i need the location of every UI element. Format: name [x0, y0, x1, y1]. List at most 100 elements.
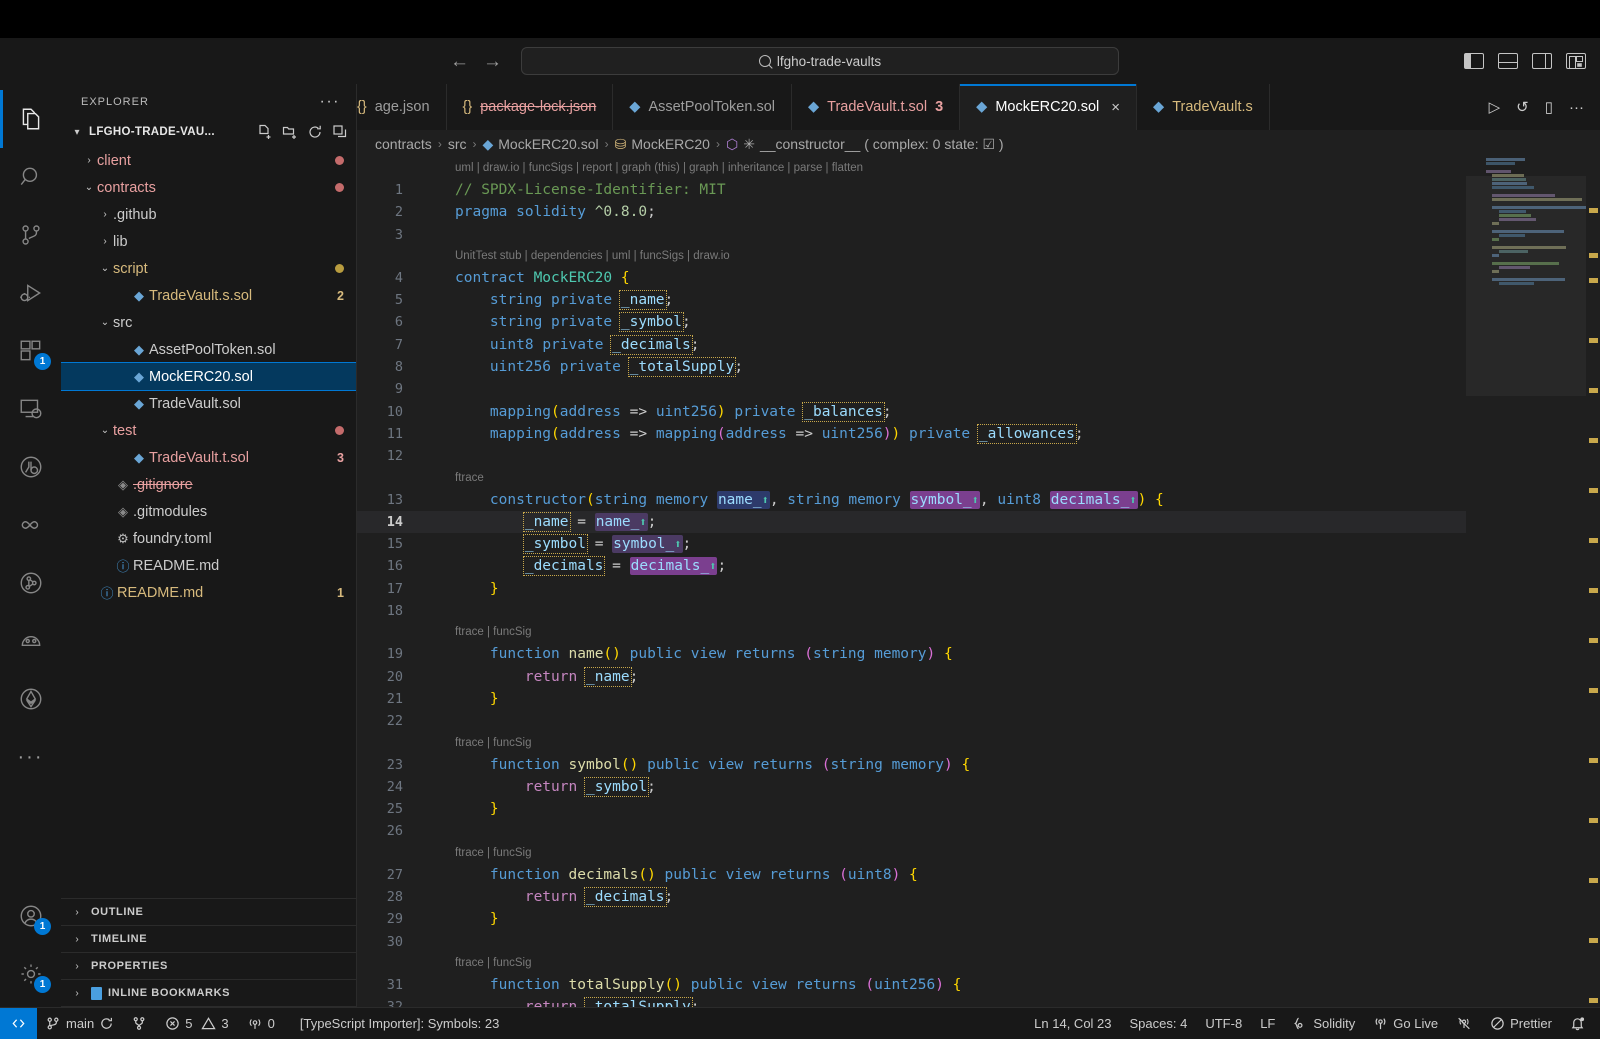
toggle-secondary-sidebar-icon[interactable] — [1532, 53, 1552, 69]
sidebar-section-inline-bookmarks[interactable]: › INLINE BOOKMARKS — [61, 980, 356, 1007]
codelens-ftrace-5[interactable]: ftrace | funcSig — [357, 953, 1600, 974]
sidebar-item-infinity[interactable] — [0, 496, 61, 554]
overview-ruler-mark — [1589, 338, 1598, 343]
overview-ruler[interactable] — [1586, 158, 1600, 1007]
editor-tab[interactable]: ◆ AssetPoolToken.sol — [613, 84, 792, 130]
ports-status[interactable]: 0 — [238, 1008, 284, 1039]
sidebar-item-explorer[interactable] — [0, 90, 61, 148]
tree-folder-row[interactable]: › client — [61, 147, 356, 174]
notifications-status[interactable] — [1561, 1008, 1594, 1039]
sidebar-item-graph[interactable] — [0, 554, 61, 612]
codelens-contract[interactable]: UnitTest stub | dependencies | uml | fun… — [357, 246, 1600, 267]
workspace-root-row[interactable]: ▾ LFGHO-TRADE-VAU... — [61, 119, 356, 145]
file-tree: › client ⌄ contracts › .github › lib ⌄ script ◆ Tra… — [61, 145, 356, 898]
git-fork-status[interactable] — [123, 1008, 156, 1039]
timeline-icon[interactable]: ↺ — [1516, 98, 1529, 116]
sidebar-item-search[interactable] — [0, 148, 61, 206]
sidebar-item-remote-explorer[interactable] — [0, 380, 61, 438]
language-mode-status[interactable]: Solidity — [1284, 1008, 1364, 1039]
tree-file-row[interactable]: ⓘ README.md — [61, 552, 356, 579]
breadcrumb-item[interactable]: ⬡ ✳ __constructor__ ( complex: 0 state: ☑ … — [726, 136, 1004, 153]
tree-file-row[interactable]: ◆ TradeVault.sol — [61, 390, 356, 417]
sidebar-item-hardhat[interactable] — [0, 612, 61, 670]
collapse-all-icon[interactable] — [332, 124, 348, 140]
code-line: 4 contract MockERC20 { — [357, 267, 1600, 289]
minimap-slider[interactable] — [1466, 176, 1586, 396]
encoding-status[interactable]: UTF-8 — [1196, 1008, 1251, 1039]
minimap[interactable] — [1466, 158, 1586, 1007]
codelens-ftrace-1[interactable]: ftrace — [357, 468, 1600, 489]
eol-status[interactable]: LF — [1251, 1008, 1284, 1039]
command-center-search[interactable]: lfgho-trade-vaults — [521, 47, 1119, 75]
editor-tab[interactable]: {} package-lock.json — [446, 84, 614, 130]
branch-status[interactable]: main — [37, 1008, 123, 1039]
editor-tab-active[interactable]: ◆ MockERC20.sol × — [960, 84, 1138, 130]
split-editor-icon[interactable]: ▯ — [1545, 98, 1553, 116]
tab-label: AssetPoolToken.sol — [648, 99, 775, 115]
more-actions-icon[interactable]: ··· — [1569, 99, 1584, 116]
explorer-more-actions[interactable]: ··· — [320, 93, 340, 111]
sidebar-item-extensions[interactable]: 1 — [0, 322, 61, 380]
sidebar-item-source-control[interactable] — [0, 206, 61, 264]
sidebar-section-properties[interactable]: › PROPERTIES — [61, 953, 356, 980]
breadcrumb-item[interactable]: src — [448, 136, 467, 152]
codelens-ftrace-3[interactable]: ftrace | funcSig — [357, 733, 1600, 754]
cursor-position-status[interactable]: Ln 14, Col 23 — [1025, 1008, 1120, 1039]
toggle-primary-sidebar-icon[interactable] — [1464, 53, 1484, 69]
tree-file-row[interactable]: ◆ TradeVault.t.sol 3 — [61, 444, 356, 471]
refresh-icon[interactable] — [307, 124, 323, 140]
overview-ruler-mark — [1589, 488, 1598, 493]
toggle-panel-icon[interactable] — [1498, 53, 1518, 69]
editor-tab[interactable]: ◆ TradeVault.t.sol 3 — [791, 84, 961, 130]
status-message[interactable]: [TypeScript Importer]: Symbols: 23 — [284, 1008, 508, 1039]
tree-folder-row[interactable]: ⌄ src — [61, 309, 356, 336]
accounts-button[interactable]: 1 — [0, 887, 61, 945]
breadcrumb-item[interactable]: ⛁ MockERC20 — [615, 136, 710, 153]
sidebar-item-run-and-debug[interactable] — [0, 264, 61, 322]
breadcrumb-item[interactable]: ◆ MockERC20.sol — [482, 136, 598, 153]
tree-file-row[interactable]: ◈ .gitignore — [61, 471, 356, 498]
tab-close-icon[interactable]: × — [1111, 99, 1120, 116]
codelens-ftrace-4[interactable]: ftrace | funcSig — [357, 843, 1600, 864]
editor-tab[interactable]: ◆ TradeVault.s — [1137, 84, 1270, 130]
codelens-ftrace-2[interactable]: ftrace | funcSig — [357, 622, 1600, 643]
remote-window-button[interactable] — [0, 1007, 37, 1039]
sidebar-item-ethereum[interactable] — [0, 670, 61, 728]
arrow-right-icon[interactable]: → — [483, 52, 502, 71]
tree-file-row[interactable]: ◈ .gitmodules — [61, 498, 356, 525]
manage-settings-button[interactable]: 1 — [0, 945, 61, 1003]
arrow-left-icon[interactable]: ← — [450, 52, 469, 71]
tree-file-row[interactable]: ⓘ README.md 1 — [61, 579, 356, 606]
customize-layout-icon[interactable] — [1566, 53, 1586, 69]
go-live-status[interactable]: Go Live — [1364, 1008, 1447, 1039]
go-live-label: Go Live — [1393, 1016, 1439, 1031]
editor-tab[interactable]: {} age.json — [357, 84, 447, 130]
sidebar-item-more-views[interactable]: ··· — [0, 728, 61, 786]
tree-folder-row[interactable]: › .github — [61, 201, 356, 228]
tree-folder-row[interactable]: ⌄ test — [61, 417, 356, 444]
tree-file-row[interactable]: ◆ TradeVault.s.sol 2 — [61, 282, 356, 309]
indentation-status[interactable]: Spaces: 4 — [1121, 1008, 1197, 1039]
sidebar-section-outline[interactable]: › OUTLINE — [61, 899, 356, 926]
tree-file-row[interactable]: ◆ MockERC20.sol — [61, 362, 356, 391]
run-icon[interactable]: ▷ — [1489, 98, 1501, 116]
live-share-status[interactable] — [1447, 1008, 1481, 1039]
tree-folder-row[interactable]: › lib — [61, 228, 356, 255]
minimap-line — [1498, 266, 1531, 269]
codelens-top[interactable]: uml | draw.io | funcSigs | report | grap… — [357, 158, 1600, 179]
new-file-icon[interactable] — [257, 124, 273, 140]
solidity-icon: ◆ — [807, 99, 820, 115]
new-folder-icon[interactable] — [282, 124, 298, 140]
code-content[interactable]: uml | draw.io | funcSigs | report | grap… — [357, 158, 1600, 1007]
problems-status[interactable]: 5 3 — [156, 1008, 237, 1039]
sidebar-section-timeline[interactable]: › TIMELINE — [61, 926, 356, 953]
tree-file-row[interactable]: ⚙ foundry.toml — [61, 525, 356, 552]
sidebar-item-testing[interactable] — [0, 438, 61, 496]
line-number: 5 — [394, 292, 403, 309]
prettier-status[interactable]: Prettier — [1481, 1008, 1561, 1039]
tree-file-row[interactable]: ◆ AssetPoolToken.sol — [61, 336, 356, 363]
tree-folder-row[interactable]: ⌄ script — [61, 255, 356, 282]
breadcrumb-item[interactable]: contracts — [375, 136, 432, 152]
broadcast-icon — [249, 1019, 261, 1029]
tree-folder-row[interactable]: ⌄ contracts — [61, 174, 356, 201]
